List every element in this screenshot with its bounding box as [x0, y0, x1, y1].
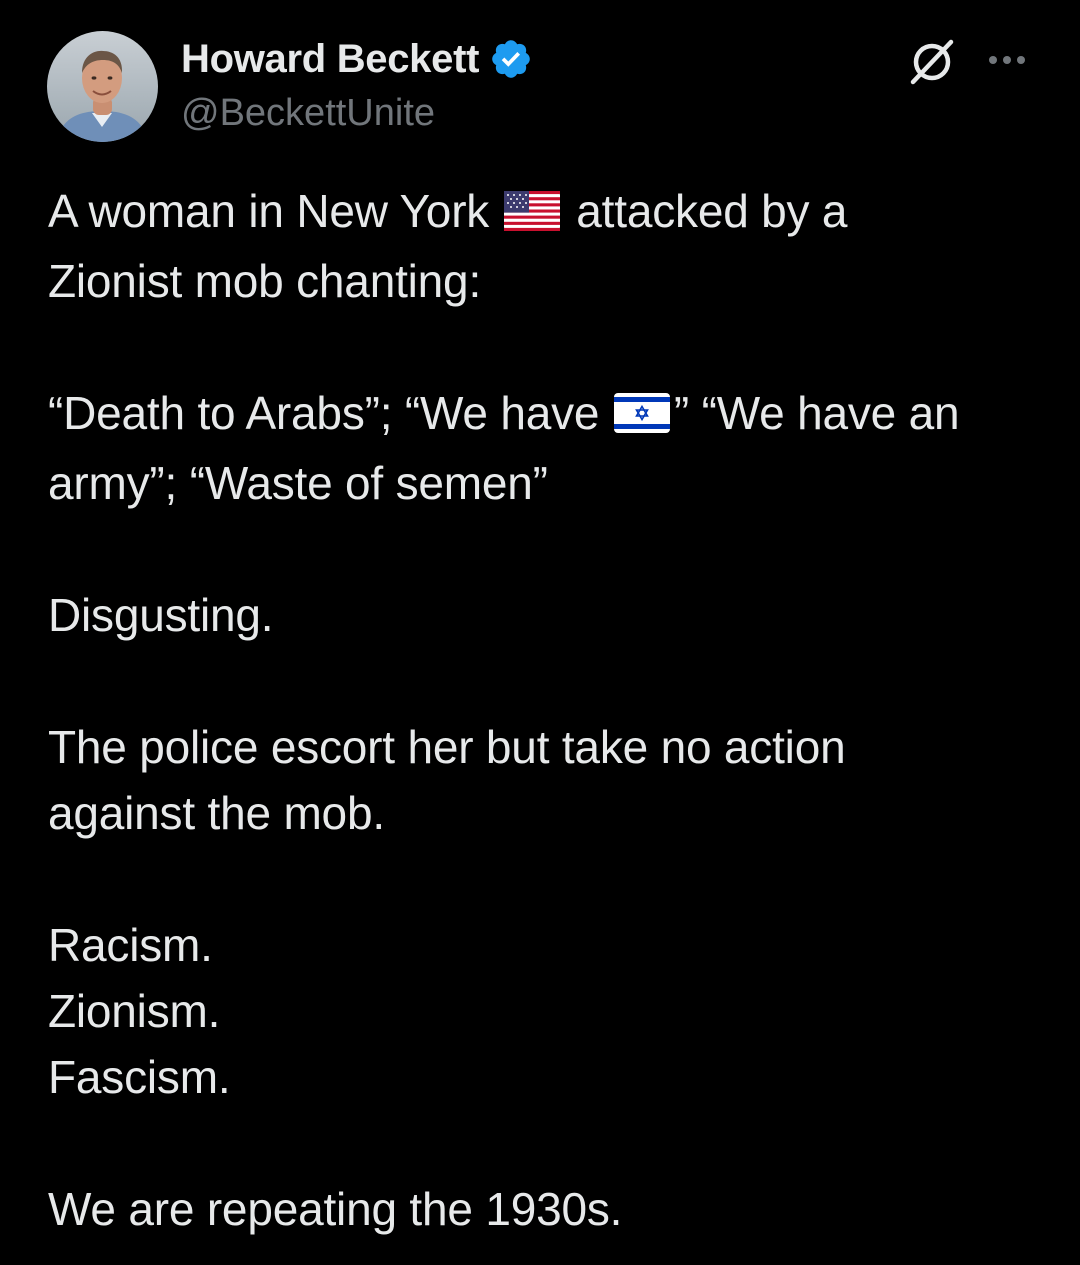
post-line: A woman in New York attacked by a	[48, 178, 1048, 248]
post-line: against the mob.	[48, 787, 385, 839]
grok-icon[interactable]	[905, 34, 959, 88]
post-line: The police escort her but take no action	[48, 721, 846, 773]
post-line: army”; “Waste of semen”	[48, 457, 548, 509]
post-paragraph-6: We are repeating the 1930s.	[48, 1176, 1048, 1242]
post-line: Zionism.	[48, 985, 221, 1037]
post-text: “Death to Arabs”; “We have	[48, 387, 600, 439]
post-line: Zionist mob chanting:	[48, 255, 482, 307]
post-text: ” “We have an	[673, 387, 960, 439]
post-line: We are repeating the 1930s.	[48, 1183, 623, 1235]
us-flag-icon	[503, 182, 560, 248]
post-line: Disgusting.	[48, 589, 274, 641]
post-paragraph-5: Racism. Zionism. Fascism.	[48, 912, 1048, 1110]
post-text: A woman in New York	[48, 185, 490, 237]
post-text: attacked by a	[576, 185, 848, 237]
verified-badge-icon[interactable]	[489, 37, 533, 81]
more-options-icon[interactable]	[985, 48, 1029, 72]
post-body: A woman in New York attacked by a Zionis…	[48, 178, 1048, 1242]
avatar-photo-icon	[47, 31, 158, 142]
post-paragraph-4: The police escort her but take no action…	[48, 714, 1048, 846]
post-line: “Death to Arabs”; “We have ” “We have an	[48, 380, 1048, 450]
avatar[interactable]	[47, 31, 158, 142]
author-name-row: Howard Beckett	[181, 36, 533, 82]
post: Howard Beckett @BeckettUnite A woman in …	[0, 0, 1080, 1265]
author-handle[interactable]: @BeckettUnite	[181, 92, 435, 135]
post-line: Racism.	[48, 919, 213, 971]
post-paragraph-3: Disgusting.	[48, 582, 1048, 648]
post-paragraph-1: A woman in New York attacked by a Zionis…	[48, 178, 1048, 314]
post-paragraph-2: “Death to Arabs”; “We have ” “We have an…	[48, 380, 1048, 516]
post-line: Fascism.	[48, 1051, 231, 1103]
israel-flag-icon	[613, 384, 670, 450]
author-display-name[interactable]: Howard Beckett	[181, 37, 479, 82]
